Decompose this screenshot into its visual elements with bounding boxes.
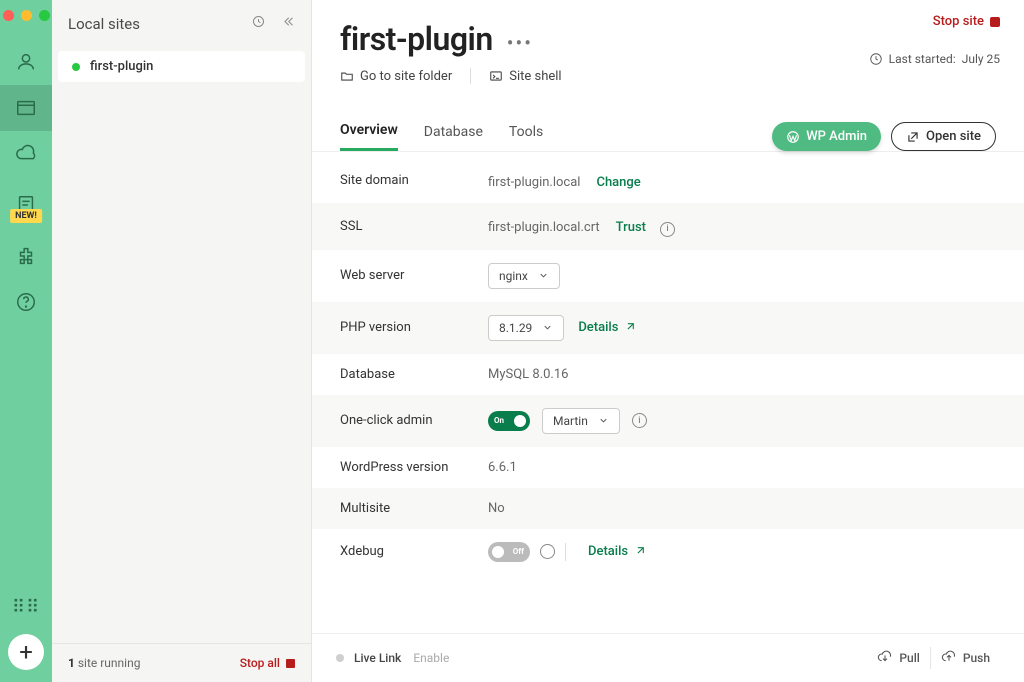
web-server-select[interactable]: nginx xyxy=(488,263,560,289)
info-icon[interactable]: i xyxy=(660,222,675,237)
live-status-icon xyxy=(336,654,344,662)
add-site-button[interactable]: + xyxy=(8,634,44,670)
rail-grid-icon[interactable]: ⠿⠿ xyxy=(12,604,40,612)
wp-version-value: 6.6.1 xyxy=(488,460,517,475)
clock-icon xyxy=(869,52,883,66)
divider xyxy=(470,68,471,84)
push-button[interactable]: Push xyxy=(931,650,1000,666)
rail-blueprints[interactable]: NEW! xyxy=(0,177,52,233)
folder-icon xyxy=(340,69,354,83)
stop-site-button[interactable]: Stop site xyxy=(933,14,1000,29)
xdebug-toggle[interactable]: Off xyxy=(488,542,530,562)
external-link-icon xyxy=(633,545,646,558)
ssl-value: first-plugin.local.crt xyxy=(488,220,600,235)
info-icon[interactable] xyxy=(540,544,555,559)
chevron-down-icon xyxy=(538,270,549,281)
site-menu-button[interactable]: ••• xyxy=(507,31,533,55)
external-link-icon xyxy=(623,321,636,334)
chevron-down-icon xyxy=(542,322,553,333)
tab-tools[interactable]: Tools xyxy=(509,124,543,150)
sidebar-item-site[interactable]: first-plugin xyxy=(58,51,305,82)
rail-addons[interactable] xyxy=(0,233,52,279)
tab-overview[interactable]: Overview xyxy=(340,122,398,151)
xdebug-label: Xdebug xyxy=(340,544,470,559)
minimize-window-icon[interactable] xyxy=(21,10,32,21)
info-icon[interactable]: i xyxy=(632,413,647,428)
left-rail: NEW! ⠿⠿ + xyxy=(0,0,52,682)
open-site-button[interactable]: Open site xyxy=(891,122,996,151)
ssl-trust[interactable]: Trust xyxy=(616,220,646,235)
sort-icon[interactable] xyxy=(251,14,266,33)
rail-help[interactable] xyxy=(0,279,52,325)
stop-icon xyxy=(286,659,295,668)
overview-section: Site domain first-plugin.local Change SS… xyxy=(312,152,1024,581)
go-to-site-folder-link[interactable]: Go to site folder xyxy=(340,69,452,84)
new-badge: NEW! xyxy=(10,209,42,223)
status-running-icon xyxy=(72,63,80,71)
php-version-select[interactable]: 8.1.29 xyxy=(488,315,564,341)
wp-admin-button[interactable]: WP Admin xyxy=(772,122,881,151)
terminal-icon xyxy=(489,69,503,83)
collapse-icon[interactable] xyxy=(280,14,295,33)
site-domain-value: first-plugin.local xyxy=(488,175,580,190)
main-panel: Stop site Last started: July 25 first-pl… xyxy=(312,0,1024,682)
pull-button[interactable]: Pull xyxy=(867,650,929,666)
ssl-label: SSL xyxy=(340,219,470,234)
stop-all-button[interactable]: Stop all xyxy=(240,656,295,670)
rail-cloud[interactable] xyxy=(0,131,52,177)
oneclick-label: One-click admin xyxy=(340,413,470,428)
live-link-label: Live Link xyxy=(354,651,401,665)
tab-database[interactable]: Database xyxy=(424,124,483,150)
site-domain-change[interactable]: Change xyxy=(596,175,640,190)
sidebar-title: Local sites xyxy=(68,15,140,33)
site-shell-link[interactable]: Site shell xyxy=(489,69,561,84)
last-started: Last started: July 25 xyxy=(869,52,1000,66)
pull-icon xyxy=(877,650,893,666)
database-value: MySQL 8.0.16 xyxy=(488,367,568,382)
site-item-name: first-plugin xyxy=(90,59,153,74)
enable-live-link[interactable]: Enable xyxy=(413,651,449,665)
stop-icon xyxy=(990,17,1000,27)
page-title: first-plugin xyxy=(340,20,493,58)
wordpress-icon xyxy=(786,130,800,144)
sidebar: Local sites first-plugin 1 site running … xyxy=(52,0,312,682)
external-link-icon xyxy=(906,130,920,144)
xdebug-details[interactable]: Details xyxy=(588,544,646,559)
database-label: Database xyxy=(340,367,470,382)
web-server-label: Web server xyxy=(340,268,470,283)
php-details[interactable]: Details xyxy=(578,320,636,335)
rail-profile[interactable] xyxy=(0,39,52,85)
maximize-window-icon[interactable] xyxy=(39,10,50,21)
sites-running-label: 1 site running xyxy=(68,656,140,670)
multisite-value: No xyxy=(488,501,505,516)
close-window-icon[interactable] xyxy=(3,10,14,21)
rail-sites[interactable] xyxy=(0,85,52,131)
multisite-label: Multisite xyxy=(340,501,470,516)
chevron-down-icon xyxy=(598,415,609,426)
site-domain-label: Site domain xyxy=(340,173,470,188)
php-label: PHP version xyxy=(340,320,470,335)
wp-version-label: WordPress version xyxy=(340,460,470,475)
oneclick-user-select[interactable]: Martin xyxy=(542,408,620,434)
traffic-lights xyxy=(3,6,50,39)
push-icon xyxy=(941,650,957,666)
oneclick-toggle[interactable]: On xyxy=(488,411,530,431)
divider xyxy=(565,543,566,561)
